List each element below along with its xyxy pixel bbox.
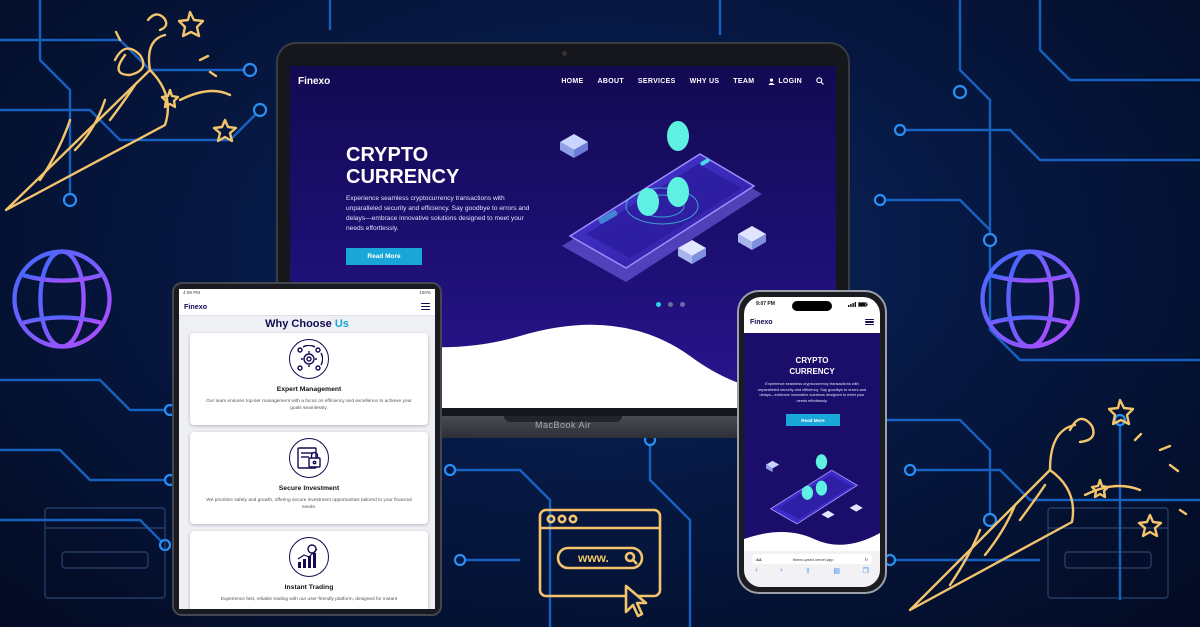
feature-card: Expert Management Our team ensures top-t… [190, 333, 428, 425]
tablet-logo[interactable]: Finexo [184, 302, 207, 311]
section-title-accent: Us [334, 318, 349, 330]
www-label: www. [577, 551, 609, 565]
section-title-main: Why Choose [265, 318, 332, 330]
card-description: Experience fast, reliable trading with o… [220, 597, 398, 602]
phone-hero-description: Experience seamless cryptocurrency trans… [757, 381, 867, 403]
search-icon[interactable] [816, 77, 824, 85]
card-description: We prioritize safety and growth, offerin… [206, 498, 412, 510]
hero-title: CRYPTO CURRENCY [346, 144, 496, 188]
carousel-dot[interactable] [680, 302, 685, 307]
nav-services[interactable]: SERVICES [638, 78, 676, 85]
nav-about[interactable]: ABOUT [598, 78, 624, 85]
user-icon [768, 77, 775, 85]
globe-icon [12, 249, 112, 349]
tabs-icon[interactable]: ❐ [862, 567, 868, 575]
tablet-app-bar: Finexo [179, 298, 435, 316]
card-title: Secure Investment [278, 485, 340, 492]
laptop-camera [562, 51, 567, 56]
card-title: Instant Trading [284, 584, 334, 591]
card-title: Expert Management [276, 386, 342, 393]
phone-hero-title-line2: CURRENCY [789, 367, 835, 376]
url-text: finexo-pearl.vercel.app [792, 556, 834, 562]
hero-title-line2: CURRENCY [346, 166, 460, 188]
hero-title-line1: CRYPTO [346, 144, 429, 166]
hamburger-menu-icon[interactable] [865, 318, 874, 326]
dynamic-island [792, 301, 832, 311]
read-more-button[interactable]: Read More [786, 414, 840, 426]
carousel-indicators [656, 302, 685, 307]
feature-card: Secure Investment We prioritize safety a… [190, 432, 428, 524]
phone-logo[interactable]: Finexo [750, 319, 773, 326]
tablet-device: 4:09 PM 100% Finexo Why Choose Us Expert… [172, 282, 442, 616]
section-title: Why Choose Us [179, 318, 435, 330]
hero-wave [744, 532, 880, 553]
carousel-dot[interactable] [668, 302, 673, 307]
nav-home[interactable]: HOME [561, 78, 583, 85]
phone-app-bar: Finexo [744, 311, 880, 333]
phone-status-time: 9:07 PM [756, 301, 775, 307]
hero-description: Experience seamless cryptocurrency trans… [346, 195, 530, 232]
phone-hero-title: CRYPTO CURRENCY [744, 355, 880, 377]
party-popper-icon [4, 10, 238, 212]
forward-icon[interactable]: › [780, 567, 782, 575]
feature-card: Instant Trading Experience fast, reliabl… [190, 531, 428, 609]
phone-device: 9:07 PM Finexo CRYPTO CURRENCY Experienc… [737, 290, 887, 594]
tablet-status-bar: 4:09 PM 100% [179, 289, 435, 298]
tablet-status-battery: 100% [419, 290, 431, 295]
globe-icon [980, 249, 1080, 349]
hamburger-menu-icon[interactable] [421, 303, 430, 310]
secure-invoice-icon [289, 438, 329, 478]
card-description: Our team ensures top-tier management wit… [206, 399, 412, 411]
browser-toolbar: ‹ › ⇧ ▤ ❐ [744, 567, 880, 575]
nav-login[interactable]: LOGIN [768, 78, 802, 85]
bookmarks-icon[interactable]: ▤ [833, 567, 840, 575]
back-icon[interactable]: ‹ [755, 567, 757, 575]
isometric-phone-illustration [560, 121, 766, 282]
address-bar[interactable]: AA finexo-pearl.vercel.app ↻ [752, 554, 872, 564]
share-icon[interactable]: ⇧ [805, 567, 811, 575]
nav-why-us[interactable]: WHY US [690, 78, 720, 85]
reload-icon[interactable]: ↻ [865, 557, 868, 562]
nav-login-label: LOGIN [778, 77, 802, 85]
battery-icon [848, 301, 868, 307]
nav-menu: HOME ABOUT SERVICES WHY US TEAM LOGIN [561, 77, 824, 85]
site-navbar: Finexo HOME ABOUT SERVICES WHY US TEAM L… [290, 66, 836, 96]
bar-chart-coin-icon [289, 537, 329, 577]
tablet-status-time: 4:09 PM [183, 290, 201, 295]
reader-mode-button[interactable]: AA [756, 557, 762, 562]
site-logo[interactable]: Finexo [298, 76, 330, 87]
browser-bar: AA finexo-pearl.vercel.app ↻ ‹ › ⇧ ▤ ❐ [744, 551, 880, 587]
phone-hero-title-line1: CRYPTO [795, 356, 829, 365]
phone-screen: 9:07 PM Finexo CRYPTO CURRENCY Experienc… [744, 297, 880, 587]
gear-people-icon [289, 339, 329, 379]
isometric-phone-illustration [766, 454, 863, 525]
party-popper-icon [908, 398, 1188, 612]
tablet-screen: 4:09 PM 100% Finexo Why Choose Us Expert… [179, 289, 435, 609]
nav-team[interactable]: TEAM [733, 78, 754, 85]
browser-window-icon: www. [538, 508, 662, 618]
carousel-dot[interactable] [656, 302, 661, 307]
read-more-button[interactable]: Read More [346, 248, 422, 265]
